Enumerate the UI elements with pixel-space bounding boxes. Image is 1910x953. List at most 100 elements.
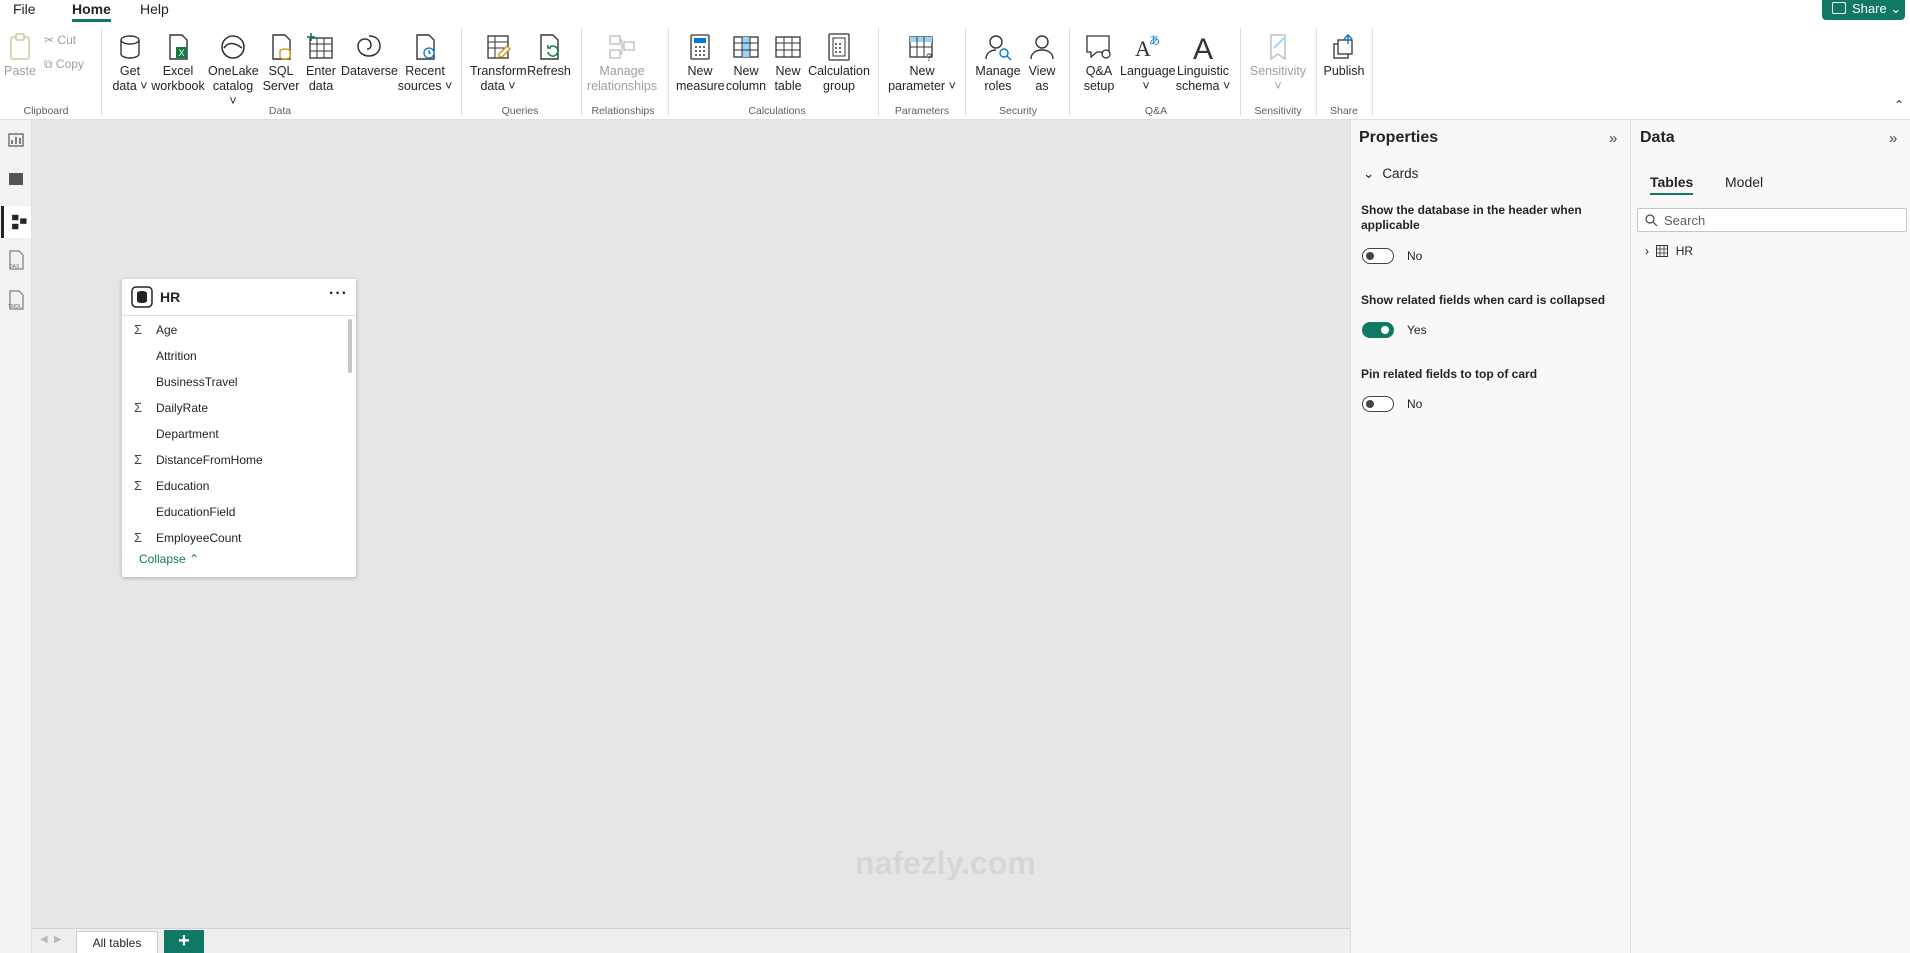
- new-column-button[interactable]: New column: [724, 32, 768, 94]
- language-button[interactable]: Aあ Language ˅: [1120, 32, 1176, 94]
- field-row[interactable]: Σ EmployeeCount: [134, 525, 344, 551]
- field-name: Department: [156, 427, 219, 441]
- share-icon: [1832, 2, 1846, 14]
- toggle-show-database[interactable]: [1362, 248, 1394, 264]
- separator: [1069, 28, 1070, 116]
- enter-data-button[interactable]: Enter data: [302, 32, 340, 94]
- transform-data-button[interactable]: Transform data ˅: [470, 32, 527, 94]
- tab-tables[interactable]: Tables: [1650, 174, 1694, 195]
- new-table-button[interactable]: New table: [768, 32, 808, 94]
- chevron-down-icon: ⌄: [1890, 1, 1902, 16]
- onelake-catalog-button[interactable]: OneLake catalog ˅: [208, 32, 259, 109]
- group-label-sensitivity: Sensitivity: [1254, 105, 1302, 117]
- more-options-icon[interactable]: ···: [329, 285, 348, 303]
- toggle-value: Yes: [1407, 323, 1427, 337]
- field-row[interactable]: EducationField: [134, 499, 344, 525]
- excel-icon: X: [169, 34, 188, 60]
- svg-text:A: A: [1193, 33, 1213, 62]
- publish-button[interactable]: Publish: [1322, 32, 1366, 79]
- tmdl-view-icon[interactable]: TMDL: [4, 288, 28, 312]
- svg-text:X: X: [179, 48, 185, 58]
- search-box[interactable]: [1637, 208, 1907, 232]
- paste-icon: [10, 33, 30, 60]
- cut-button[interactable]: ✂ Cut: [44, 33, 76, 47]
- refresh-button[interactable]: Refresh: [526, 32, 572, 79]
- linguistic-schema-icon: A: [1193, 33, 1213, 62]
- toggle-value: No: [1407, 397, 1423, 411]
- tab-model[interactable]: Model: [1725, 174, 1763, 190]
- sum-icon: Σ: [134, 322, 143, 337]
- svg-text:DAX: DAX: [9, 264, 20, 270]
- group-label-clipboard: Clipboard: [23, 105, 69, 117]
- data-pane: Data » Tables Model › HR: [1630, 120, 1910, 953]
- separator: [1316, 28, 1317, 116]
- tree-item-hr[interactable]: › HR: [1645, 244, 1693, 258]
- new-measure-button[interactable]: New measure: [676, 32, 725, 94]
- field-row[interactable]: Attrition: [134, 343, 344, 369]
- relationships-icon: [609, 35, 635, 59]
- new-parameter-button[interactable]: ? New parameter ˅: [886, 32, 958, 94]
- dataverse-button[interactable]: Dataverse: [341, 32, 398, 79]
- scroll-left-icon[interactable]: ◀: [40, 934, 48, 945]
- sensitivity-button[interactable]: Sensitivity ˅: [1246, 32, 1310, 94]
- table-icon: [1656, 245, 1669, 257]
- add-layout-button[interactable]: +: [164, 930, 204, 953]
- recent-sources-button[interactable]: Recent sources ˅: [397, 32, 453, 94]
- collapse-pane-icon[interactable]: »: [1609, 130, 1617, 147]
- field-name: Attrition: [156, 349, 197, 363]
- table-view-icon[interactable]: [4, 167, 28, 191]
- menu-file[interactable]: File: [13, 0, 36, 22]
- cards-section-header[interactable]: ⌄ Cards: [1363, 166, 1418, 182]
- linguistic-schema-button[interactable]: A Linguistic schema ˅: [1174, 32, 1232, 94]
- group-label-queries: Queries: [501, 105, 539, 117]
- field-row[interactable]: Σ DistanceFromHome: [134, 447, 344, 473]
- sql-server-button[interactable]: SQL Server: [262, 32, 300, 94]
- get-data-button[interactable]: Get data ˅: [110, 32, 150, 94]
- group-label-security: Security: [999, 105, 1037, 117]
- option-label-show-database: Show the database in the header when app…: [1361, 203, 1582, 232]
- field-row[interactable]: Department: [134, 421, 344, 447]
- chevron-up-icon: ⌃: [189, 552, 200, 566]
- toggle-show-related-fields[interactable]: [1362, 322, 1394, 338]
- field-row[interactable]: Σ Age: [134, 317, 344, 343]
- calculation-group-button[interactable]: Calculation group: [808, 32, 870, 94]
- field-row[interactable]: BusinessTravel: [134, 369, 344, 395]
- sum-icon: Σ: [134, 452, 143, 467]
- dax-query-view-icon[interactable]: DAX: [4, 248, 28, 272]
- share-button[interactable]: Share ⌄: [1822, 0, 1905, 20]
- collapse-ribbon-icon[interactable]: ⌃: [1894, 98, 1904, 112]
- manage-relationships-button[interactable]: Manage relationships: [586, 32, 658, 94]
- qa-setup-button[interactable]: Q&A setup: [1078, 32, 1120, 94]
- separator: [878, 28, 879, 116]
- table-card-header[interactable]: HR ···: [122, 279, 356, 316]
- menu-home[interactable]: Home: [72, 0, 111, 22]
- svg-text:TMDL: TMDL: [8, 304, 22, 310]
- layout-tabs-bar: ◀ ▶ All tables +: [32, 928, 1350, 953]
- collapse-pane-icon[interactable]: »: [1889, 130, 1897, 147]
- scrollbar[interactable]: [348, 319, 352, 373]
- search-input[interactable]: [1664, 211, 1900, 229]
- menu-help[interactable]: Help: [140, 0, 169, 22]
- toggle-pin-related-fields[interactable]: [1362, 396, 1394, 412]
- paste-button[interactable]: Paste: [4, 32, 36, 79]
- table-card-hr[interactable]: HR ··· Σ Age Attrition BusinessTravel Σ Daily…: [122, 279, 356, 577]
- separator: [581, 28, 582, 116]
- field-name: BusinessTravel: [156, 375, 238, 389]
- sum-icon: Σ: [134, 530, 143, 545]
- tab-all-tables[interactable]: All tables: [76, 931, 158, 953]
- collapse-link[interactable]: Collapse ⌃: [139, 552, 199, 566]
- field-name: Education: [156, 479, 210, 493]
- manage-roles-button[interactable]: Manage roles: [974, 32, 1022, 94]
- option-label-pin-related-fields: Pin related fields to top of card: [1361, 367, 1538, 381]
- view-as-button[interactable]: View as: [1022, 32, 1062, 94]
- copy-button[interactable]: ⧉ Copy: [44, 57, 84, 72]
- scroll-right-icon[interactable]: ▶: [54, 934, 62, 945]
- field-row[interactable]: Σ DailyRate: [134, 395, 344, 421]
- dataverse-icon: [357, 35, 381, 57]
- search-icon: [1645, 214, 1658, 227]
- report-view-icon[interactable]: [4, 128, 28, 152]
- table-card-title: HR: [160, 289, 181, 305]
- model-view-icon[interactable]: [1, 206, 31, 238]
- excel-workbook-button[interactable]: X Excel workbook: [150, 32, 206, 94]
- field-row[interactable]: Σ Education: [134, 473, 344, 499]
